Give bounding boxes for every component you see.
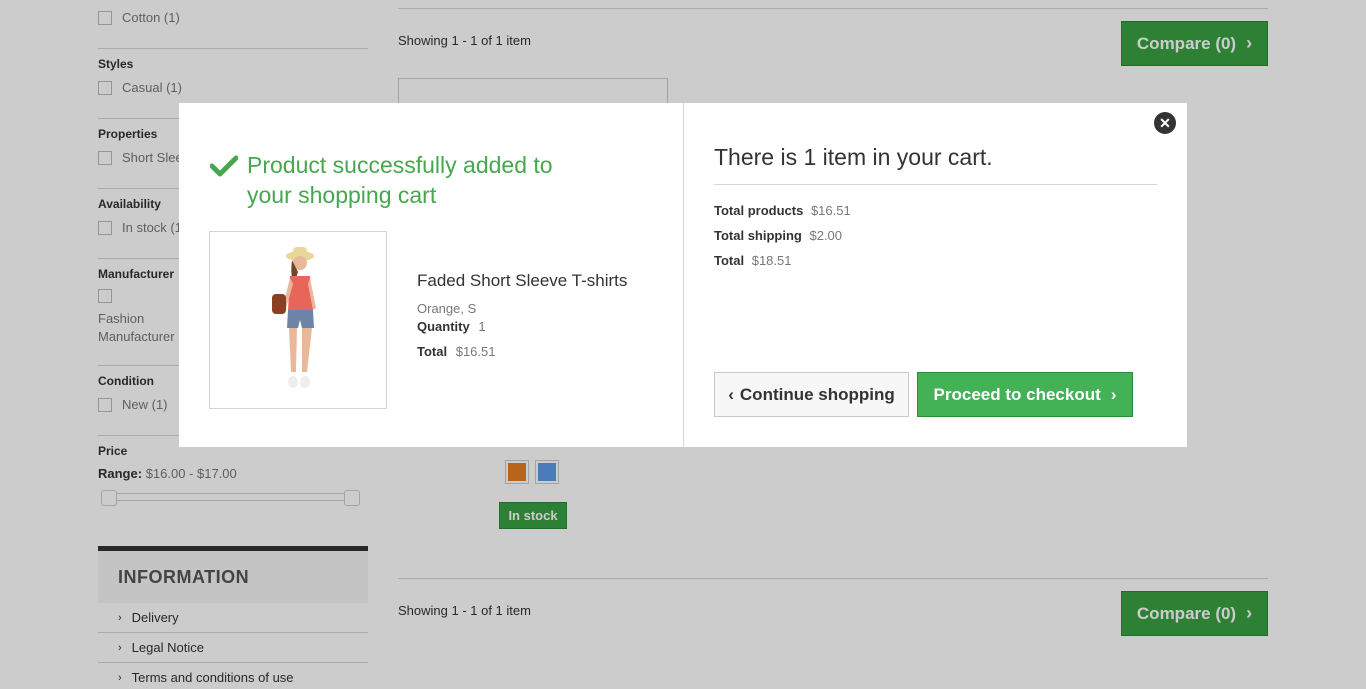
product-attributes: Orange, S xyxy=(417,301,477,316)
chevron-right-icon: › xyxy=(1110,384,1117,404)
chevron-left-icon: ‹ xyxy=(728,384,734,404)
modal-product-panel: Product successfully added to your shopp… xyxy=(179,103,684,447)
product-quantity: Quantity 1 xyxy=(417,319,486,334)
total-row: Total $18.51 xyxy=(714,253,791,268)
total-shipping-label: Total shipping xyxy=(714,228,802,243)
continue-shopping-button[interactable]: ‹ Continue shopping xyxy=(714,372,909,417)
quantity-label: Quantity xyxy=(417,319,470,334)
add-to-cart-modal: Product successfully added to your shopp… xyxy=(179,103,1187,447)
total-shipping-value: $2.00 xyxy=(809,228,843,243)
continue-shopping-label: Continue shopping xyxy=(739,384,895,404)
total-shipping-row: Total shipping $2.00 xyxy=(714,228,842,243)
proceed-to-checkout-button[interactable]: Proceed to checkout › xyxy=(917,372,1133,417)
modal-cart-panel: ✕ There is 1 item in your cart. Total pr… xyxy=(684,103,1187,447)
product-image xyxy=(209,231,387,409)
product-total: Total $16.51 xyxy=(417,344,495,359)
total-products-row: Total products $16.51 xyxy=(714,203,851,218)
divider xyxy=(714,184,1157,185)
total-label: Total xyxy=(714,253,745,268)
total-value: $18.51 xyxy=(751,253,792,268)
close-icon[interactable]: ✕ xyxy=(1154,112,1176,134)
success-message: Product successfully added to your shopp… xyxy=(210,150,577,210)
cart-summary-title: There is 1 item in your cart. xyxy=(714,144,993,170)
total-products-value: $16.51 xyxy=(810,203,851,218)
product-name: Faded Short Sleeve T-shirts xyxy=(417,271,628,290)
check-icon xyxy=(210,155,238,177)
product-photo-placeholder xyxy=(210,232,386,408)
checkout-label: Proceed to checkout xyxy=(933,384,1101,404)
product-total-label: Total xyxy=(417,344,448,359)
product-total-value: $16.51 xyxy=(455,344,496,359)
success-text: Product successfully added to your shopp… xyxy=(247,152,553,208)
total-products-label: Total products xyxy=(714,203,804,218)
quantity-value: 1 xyxy=(478,319,486,334)
